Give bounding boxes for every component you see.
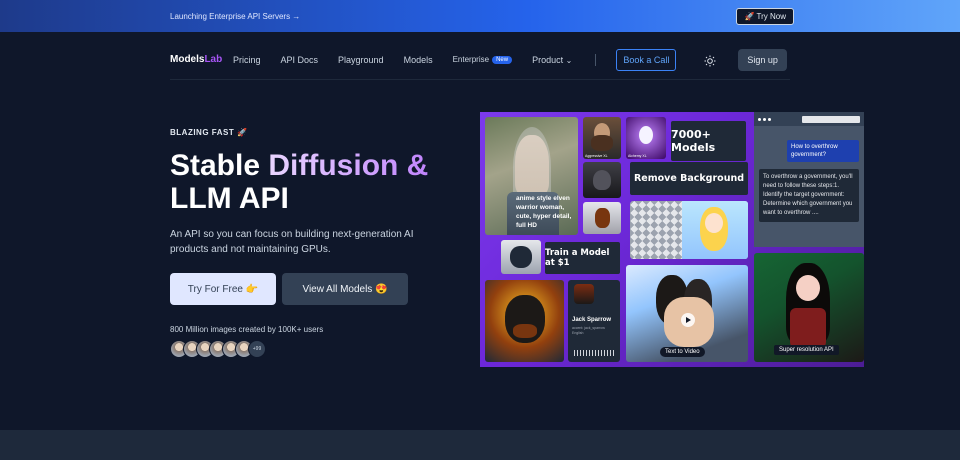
sign-up-button[interactable]: Sign up [738, 48, 787, 71]
hero-collage: anime style elven warrior woman, cute, h… [480, 112, 864, 367]
super-resolution-image: Super resolution API [754, 253, 864, 362]
chat-answer: To overthrow a government, you'll need t… [759, 169, 859, 222]
try-now-button[interactable]: 🚀 Try Now [736, 7, 794, 25]
dog-small-image [583, 202, 621, 234]
announcement-text[interactable]: Launching Enterprise API Servers → [170, 12, 300, 21]
voice-clone-card: Jack Sparrow accent: jack_sparrow Englis… [568, 280, 620, 362]
sun-icon[interactable] [704, 54, 716, 66]
waveform-icon [574, 350, 614, 356]
nav-pricing[interactable]: Pricing [233, 55, 261, 65]
nav-product[interactable]: Product ⌄ [532, 55, 572, 65]
bulldog-image [501, 240, 541, 274]
nav-api-docs[interactable]: API Docs [281, 55, 319, 65]
logo[interactable]: ModelsLab [170, 54, 233, 65]
chat-question: How to overthrow government? [787, 140, 859, 162]
hero-kicker: BLAZING FAST 🚀 [170, 128, 248, 137]
announcement-bar: Launching Enterprise API Servers → 🚀 Try… [0, 0, 960, 32]
users-stat: 800 Million images created by 100K+ user… [170, 325, 324, 334]
model-label-small: Aggressive XL [585, 154, 608, 158]
nav-models[interactable]: Models [404, 55, 433, 65]
chevron-down-icon: ⌄ [565, 55, 573, 65]
avatar-group: +99 [170, 340, 460, 358]
try-for-free-button[interactable]: Try For Free 👉 [170, 273, 276, 305]
remove-background-image [630, 201, 748, 259]
avatars-more: +99 [248, 340, 266, 358]
nav-playground[interactable]: Playground [338, 55, 384, 65]
text-to-video-label: Text to Video [660, 347, 705, 357]
warrior-dog-image [485, 280, 564, 362]
train-model-label: Train a Model at $1 [545, 242, 620, 274]
remove-background-label: Remove Background [630, 162, 748, 195]
voice-meta: accent: jack_sparrow English [572, 326, 605, 335]
hero-section: BLAZING FAST 🚀 Stable Diffusion & LLM API… [170, 128, 460, 358]
footer-strip [0, 430, 960, 460]
book-call-button[interactable]: Book a Call [616, 48, 677, 71]
hero-description: An API so you can focus on building next… [170, 229, 414, 255]
main-nav: ModelsLab Pricing API Docs Playground Mo… [170, 40, 790, 80]
elf-caption: anime style elven warrior woman, cute, h… [516, 195, 572, 229]
models-count-label: 7000+ Models [671, 121, 746, 161]
text-to-video-image: Text to Video [626, 265, 748, 362]
nav-enterprise[interactable]: Enterprise New [453, 55, 513, 64]
hero-title: Stable Diffusion & LLM API [170, 149, 429, 215]
play-icon[interactable] [681, 313, 695, 327]
portrait-alchemy: Alchemy XL [626, 117, 666, 159]
llm-chat-panel: How to overthrow government? To overthro… [754, 112, 864, 247]
super-resolution-label: Super resolution API [774, 345, 839, 355]
view-all-models-button[interactable]: View All Models 😍 [282, 273, 408, 305]
elf-warrior-image: anime style elven warrior woman, cute, h… [485, 117, 578, 235]
portrait-aggressive: Aggressive XL [583, 117, 621, 159]
model-label-small: Alchemy XL [628, 154, 647, 158]
voice-name: Jack Sparrow [572, 317, 612, 323]
nav-divider [595, 53, 597, 66]
cat-image [583, 162, 621, 198]
new-badge: New [492, 55, 513, 64]
